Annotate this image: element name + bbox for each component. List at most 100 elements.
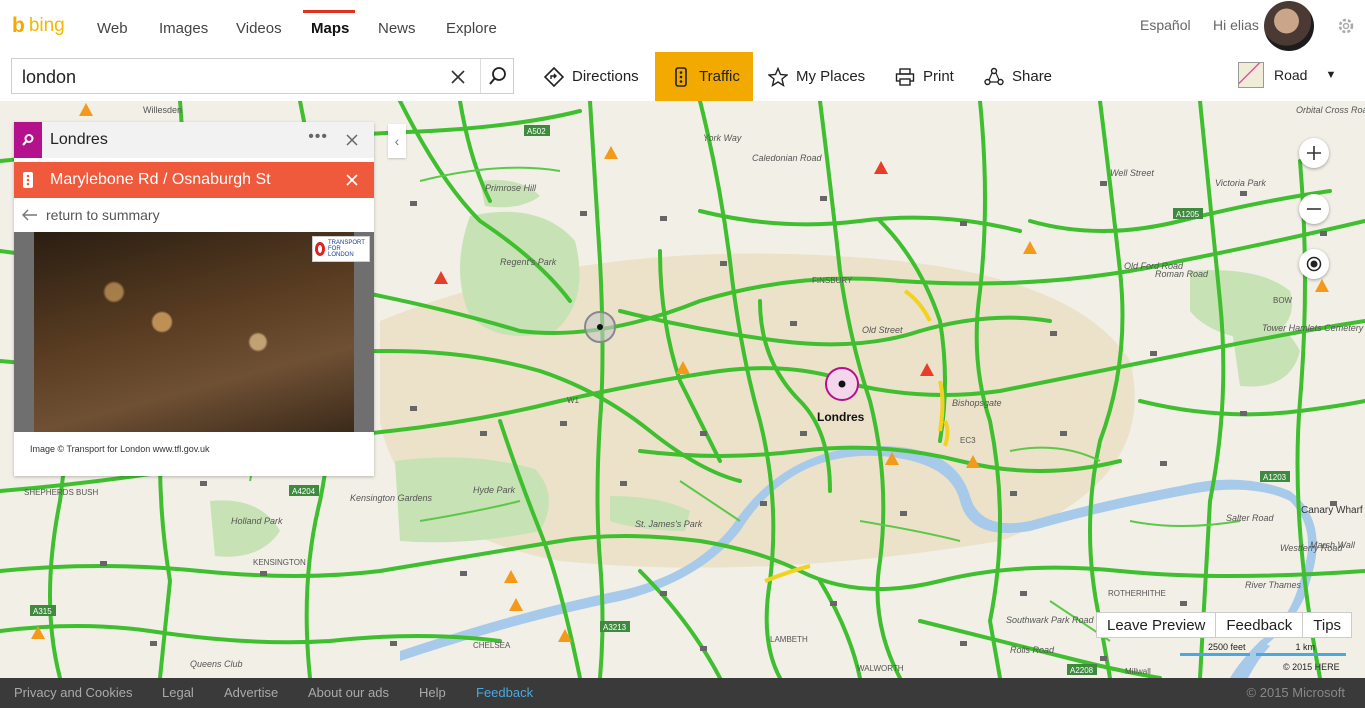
traffic-icon [14, 162, 42, 198]
map-label: EC3 [960, 436, 976, 445]
nav-news[interactable]: News [378, 20, 416, 37]
more-options-icon[interactable]: ••• [308, 128, 328, 146]
locate-me-button[interactable] [1299, 249, 1329, 279]
footer-advertise-link[interactable]: Advertise [224, 685, 278, 700]
map-label: Westferry Road [1280, 543, 1343, 553]
map-label: Southwark Park Road [1006, 615, 1095, 625]
map-label: Canary Wharf [1301, 505, 1363, 516]
clear-search-button[interactable] [447, 66, 469, 88]
close-icon[interactable] [344, 132, 360, 148]
footer-privacy-link[interactable]: Privacy and Cookies [14, 685, 133, 700]
collapse-panel-button[interactable]: ‹ [388, 124, 406, 158]
nav-explore[interactable]: Explore [446, 20, 497, 37]
map-label: Rolls Road [1010, 645, 1055, 655]
top-navigation: b bing Web Images Videos Maps News Explo… [0, 0, 1365, 52]
return-to-summary-link[interactable]: return to summary [14, 198, 374, 232]
map-label: WALWORTH [857, 664, 904, 673]
my-places-label: My Places [796, 68, 866, 85]
traffic-label: Traffic [699, 68, 740, 85]
map-label: Bishopsgate [952, 398, 1002, 408]
map-scale: 2500 feet 1 km [1180, 642, 1346, 656]
footer-copyright: © 2015 Microsoft [1246, 685, 1345, 700]
avatar[interactable] [1264, 1, 1314, 51]
map-label: St. James's Park [635, 519, 703, 529]
map-label: Salter Road [1226, 513, 1275, 523]
footer-help-link[interactable]: Help [419, 685, 446, 700]
directions-label: Directions [572, 68, 639, 85]
map-label: Holland Park [231, 516, 283, 526]
bing-logo[interactable]: b bing [12, 14, 65, 38]
footer: Privacy and Cookies Legal Advertise Abou… [0, 678, 1365, 708]
language-link[interactable]: Español [1140, 17, 1191, 33]
leave-preview-button[interactable]: Leave Preview [1097, 613, 1217, 637]
map-label: Regent's Park [500, 257, 557, 267]
camera-caption: Image © Transport for London www.tfl.gov… [30, 444, 210, 454]
road-shield: A4204 [292, 487, 316, 496]
printer-icon [895, 67, 915, 86]
footer-about-ads-link[interactable]: About our ads [308, 685, 389, 700]
back-link-label: return to summary [46, 207, 160, 223]
map-label: Well Street [1110, 168, 1154, 178]
map-label: CHELSEA [473, 641, 511, 650]
locate-icon [1306, 256, 1322, 272]
zoom-in-button[interactable] [1299, 138, 1329, 168]
search-button[interactable] [480, 59, 514, 93]
road-shield: A3213 [603, 623, 627, 632]
bing-logo-icon: b [12, 14, 25, 37]
map-label: River Thames [1245, 580, 1302, 590]
pin-label: Londres [817, 410, 865, 424]
map-label: ROTHERHITHE [1108, 589, 1166, 598]
share-label: Share [1012, 68, 1053, 85]
my-places-button[interactable]: My Places [758, 52, 875, 101]
footer-legal-link[interactable]: Legal [162, 685, 194, 700]
gear-icon[interactable] [1336, 16, 1356, 36]
nav-web[interactable]: Web [97, 20, 128, 37]
chevron-left-icon: ‹ [394, 133, 400, 149]
tfl-roundel-icon [315, 242, 325, 256]
nav-videos[interactable]: Videos [236, 20, 282, 37]
logo-text: bing [28, 15, 65, 36]
road-shield: A1205 [1176, 210, 1200, 219]
traffic-camera-view: TRANSPORT FOR LONDON [14, 232, 374, 432]
tips-button[interactable]: Tips [1303, 613, 1351, 637]
road-shield: A2208 [1070, 666, 1094, 675]
map-label: Caledonian Road [752, 153, 823, 163]
road-shield: A502 [527, 127, 546, 136]
print-label: Print [923, 68, 954, 85]
map-label: York Way [703, 133, 742, 143]
traffic-button[interactable]: Traffic [655, 52, 753, 101]
map-label: Millwall [1125, 667, 1151, 676]
close-icon[interactable] [344, 172, 360, 188]
nav-maps[interactable]: Maps [311, 20, 349, 37]
directions-icon [544, 66, 564, 87]
chevron-down-icon: ▼ [1325, 69, 1337, 81]
traffic-camera-image: TRANSPORT FOR LONDON [34, 232, 370, 432]
map-copyright: © 2015 HERE [1283, 662, 1340, 672]
plus-icon [1307, 146, 1321, 160]
share-icon [984, 67, 1004, 85]
footer-feedback-link[interactable]: Feedback [476, 685, 533, 700]
star-icon [768, 66, 788, 87]
map-label: Kensington Gardens [350, 493, 433, 503]
map-label: Queens Club [190, 659, 243, 669]
map-label: Hyde Park [473, 485, 516, 495]
search-result-row[interactable]: Londres ••• [14, 122, 374, 158]
incident-row[interactable]: Marylebone Rd / Osnaburgh St [14, 162, 374, 198]
search-input[interactable] [22, 64, 442, 90]
map-label: Roman Road [1155, 269, 1209, 279]
map-label: LAMBETH [770, 635, 808, 644]
search-box [11, 58, 514, 94]
user-greeting[interactable]: Hi elias [1213, 17, 1259, 33]
directions-button[interactable]: Directions [534, 52, 649, 101]
print-button[interactable]: Print [885, 52, 964, 101]
tfl-logo: TRANSPORT FOR LONDON [312, 236, 370, 262]
incident-title: Marylebone Rd / Osnaburgh St [50, 171, 271, 188]
share-button[interactable]: Share [974, 52, 1062, 101]
map-label: SHEPHERDS BUSH [24, 488, 98, 497]
zoom-out-button[interactable] [1299, 194, 1329, 224]
map-style-dropdown[interactable]: Road ▼ [1238, 62, 1336, 88]
map-toolbar: Directions Traffic My Places Print Share… [0, 52, 1365, 101]
nav-images[interactable]: Images [159, 20, 208, 37]
map-label: Victoria Park [1215, 178, 1266, 188]
feedback-button[interactable]: Feedback [1216, 613, 1304, 637]
